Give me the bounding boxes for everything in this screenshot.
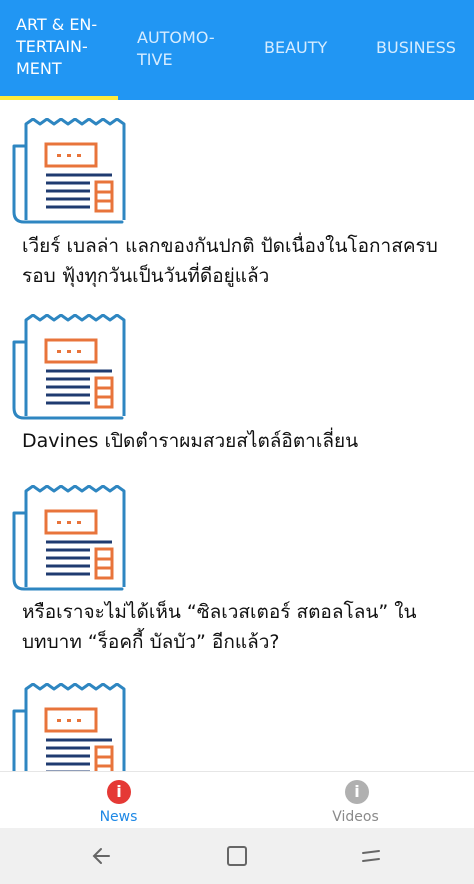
newspaper-icon — [12, 314, 128, 422]
bottom-navigation: i News i Videos — [0, 771, 474, 829]
tab-beauty[interactable]: BEAUTY — [264, 37, 327, 59]
tab-automotive[interactable]: AUTOMO- TIVE — [137, 27, 237, 71]
news-feed[interactable]: เวียร์ เบลล่า แลกของกันปกติ ปัดเนื่องในโ… — [0, 100, 474, 771]
recents-icon[interactable] — [225, 844, 249, 868]
article-title: เวียร์ เบลล่า แลกของกันปกติ ปัดเนื่องในโ… — [22, 235, 438, 287]
back-icon[interactable] — [91, 844, 115, 868]
home-icon[interactable] — [359, 844, 383, 868]
nav-news[interactable]: i News — [0, 772, 237, 829]
newspaper-icon — [12, 485, 128, 593]
tab-art-entertainment[interactable]: ART & EN- TERTAIN- MENT — [16, 14, 116, 80]
info-icon: i — [107, 780, 131, 804]
newspaper-icon — [12, 118, 128, 226]
nav-videos-label: Videos — [332, 809, 379, 825]
newspaper-icon — [12, 683, 128, 771]
info-icon: i — [345, 780, 369, 804]
nav-videos[interactable]: i Videos — [237, 772, 474, 829]
article-title: Davines เปิดตำราผมสวยสไตล์อิตาเลี่ยน — [22, 430, 359, 452]
nav-news-label: News — [99, 809, 138, 825]
tab-business[interactable]: BUSINESS — [376, 37, 456, 59]
system-navigation-bar — [0, 828, 474, 884]
category-tab-bar: ART & EN- TERTAIN- MENT AUTOMO- TIVE BEA… — [0, 0, 474, 100]
article-title: หรือเราจะไม่ได้เห็น “ซิลเวสเตอร์ สตอลโลน… — [22, 601, 417, 653]
